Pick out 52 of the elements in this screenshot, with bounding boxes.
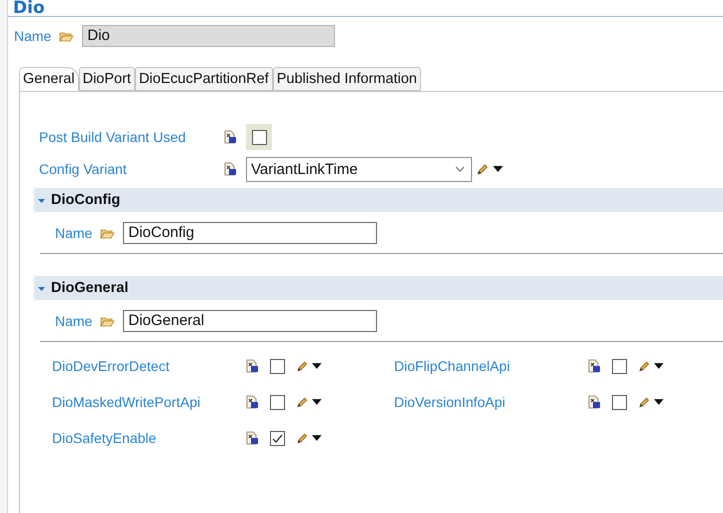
parameter-label: DioMaskedWritePortApi [52,394,202,410]
checkbox[interactable] [252,130,266,144]
document-icon [246,395,259,409]
name-field[interactable]: DioConfig [123,222,378,244]
variant-dropdown[interactable]: VariantLinkTime [246,156,472,182]
dropdown-caret-icon[interactable] [312,363,322,369]
tab[interactable]: General [19,67,79,91]
collapse-icon[interactable] [38,196,45,204]
dropdown-caret-icon[interactable] [654,363,664,369]
pencil-icon[interactable] [638,360,650,372]
parameter-label: DioVersionInfoApi [394,394,506,410]
tab[interactable]: DioPort [78,67,135,91]
field-label: Name [14,28,52,44]
dropdown-caret-icon[interactable] [654,399,664,405]
folder-icon [59,30,74,42]
editor-title: Dio [8,0,723,17]
field-label: Config Variant [39,161,128,177]
document-icon [588,395,601,409]
pencil-icon[interactable] [296,432,308,444]
name-field[interactable]: DioGeneral [123,310,378,332]
section-header[interactable]: DioGeneral [34,276,723,300]
parameter-label: DioSafetyEnable [52,430,158,446]
checkbox[interactable] [270,358,285,374]
folder-icon [100,316,116,326]
document-icon [246,431,259,445]
document-icon [588,359,601,373]
checkbox[interactable] [612,394,627,410]
document-icon [224,162,237,176]
parameter-label: DioFlipChannelApi [394,358,511,374]
tab[interactable]: DioEcucPartitionRef [134,67,273,91]
pencil-icon[interactable] [296,360,308,372]
dropdown-caret-icon[interactable] [493,166,503,172]
checkbox[interactable] [270,394,285,410]
field-label: Name [55,225,92,241]
collapse-icon[interactable] [38,284,45,292]
parameter-label: DioDevErrorDetect [52,358,170,374]
checkbox[interactable] [270,430,285,446]
dropdown-caret-icon[interactable] [312,399,322,405]
document-icon [246,359,259,373]
dropdown-caret-icon[interactable] [312,435,322,441]
section-header[interactable]: DioConfig [34,188,723,212]
document-icon [224,130,237,144]
field-label: Name [55,313,92,329]
tab[interactable]: Published Information [272,67,421,91]
folder-icon [100,228,116,238]
name-field[interactable]: Dio [82,25,336,47]
pencil-icon[interactable] [476,162,489,176]
pencil-icon[interactable] [296,396,308,408]
pencil-icon[interactable] [638,396,650,408]
chevron-down-icon [455,166,465,172]
checkbox[interactable] [612,358,627,374]
field-label: Post Build Variant Used [39,129,187,145]
